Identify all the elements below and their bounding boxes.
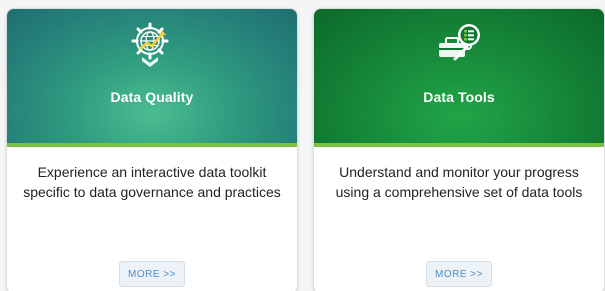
card-description: Understand and monitor your progress usi… bbox=[335, 164, 583, 200]
card-data-tools: Data Tools Understand and monitor your p… bbox=[313, 8, 605, 291]
card-description: Experience an interactive data toolkit s… bbox=[23, 164, 281, 200]
card-data-quality: Data Quality Experience an interactive d… bbox=[6, 8, 298, 291]
more-button[interactable]: MORE >> bbox=[119, 261, 185, 287]
card-grid: Data Quality Experience an interactive d… bbox=[0, 0, 605, 291]
card-title: Data Quality bbox=[110, 89, 194, 105]
card-header: Data Tools bbox=[314, 9, 604, 147]
toolbox-checklist-icon bbox=[435, 21, 483, 69]
card-title: Data Tools bbox=[423, 89, 495, 105]
card-header: Data Quality bbox=[7, 9, 297, 147]
globe-gear-chart-icon bbox=[128, 21, 176, 69]
more-button[interactable]: MORE >> bbox=[426, 261, 492, 287]
